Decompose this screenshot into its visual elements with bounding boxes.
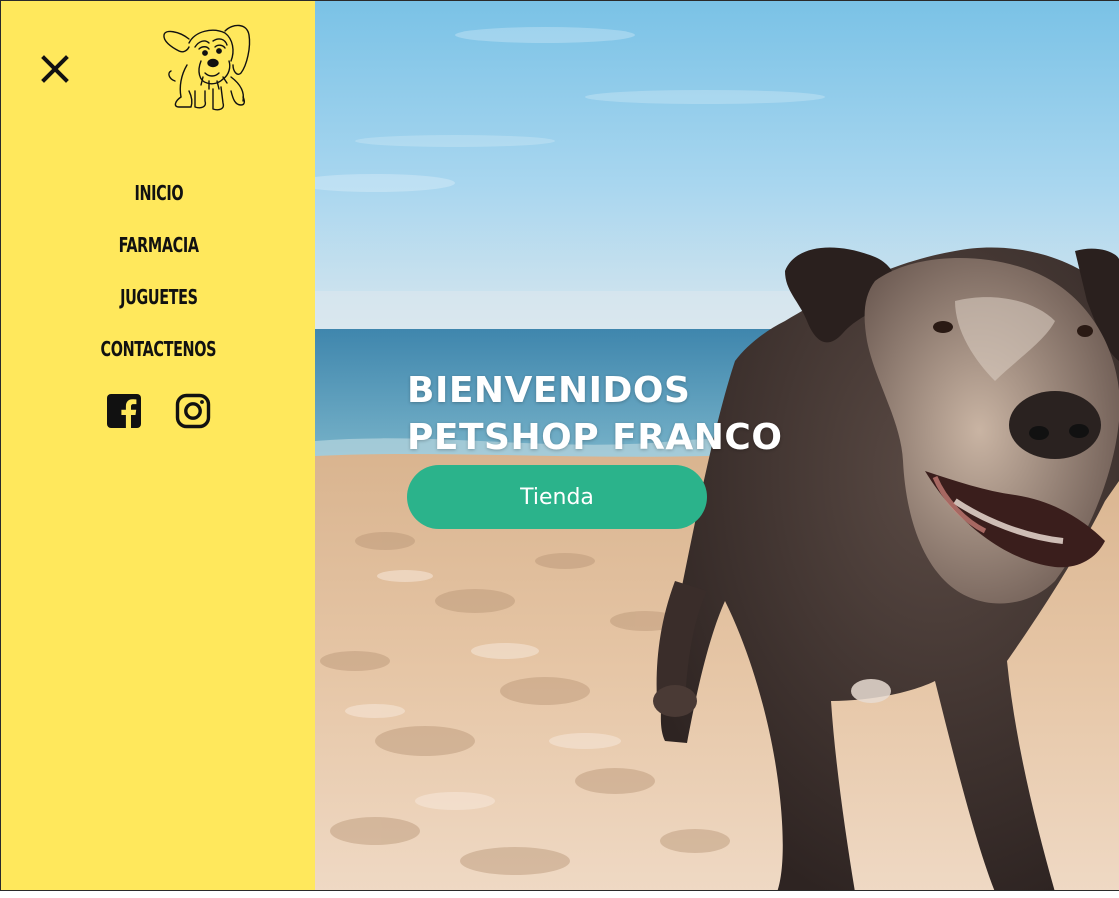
nav-item-inicio: INICIO [1, 177, 316, 229]
nav-link-farmacia[interactable]: FARMACIA [118, 229, 198, 261]
nav-item-contactenos: CONTACTENOS [1, 333, 316, 385]
instagram-link[interactable] [175, 393, 211, 429]
logo[interactable] [161, 21, 255, 113]
hero-title: BIENVENIDOS PETSHOP FRANCO [407, 367, 782, 461]
hero-title-line-1: BIENVENIDOS [407, 370, 691, 411]
dog-logo-icon [163, 24, 251, 111]
social-links [1, 393, 316, 429]
facebook-link[interactable] [106, 393, 142, 429]
hero-title-line-2: PETSHOP FRANCO [407, 417, 783, 458]
instagram-icon [175, 393, 210, 429]
nav-item-farmacia: FARMACIA [1, 229, 316, 281]
facebook-icon [107, 394, 142, 429]
app-frame: INICIO FARMACIA JUGUETES CONTACTENOS BIE… [0, 0, 1119, 891]
close-icon [41, 55, 69, 83]
main-nav: INICIO FARMACIA JUGUETES CONTACTENOS [1, 177, 316, 385]
nav-link-contactenos[interactable]: CONTACTENOS [101, 333, 217, 365]
close-menu-button[interactable] [39, 53, 71, 85]
nav-item-juguetes: JUGUETES [1, 281, 316, 333]
hero-section: BIENVENIDOS PETSHOP FRANCO Tienda [315, 1, 1119, 890]
page: INICIO FARMACIA JUGUETES CONTACTENOS BIE… [0, 0, 1119, 898]
sidebar-menu: INICIO FARMACIA JUGUETES CONTACTENOS [0, 1, 315, 890]
nav-link-inicio[interactable]: INICIO [134, 177, 183, 209]
shop-button[interactable]: Tienda [407, 465, 707, 529]
nav-link-juguetes[interactable]: JUGUETES [120, 281, 198, 313]
